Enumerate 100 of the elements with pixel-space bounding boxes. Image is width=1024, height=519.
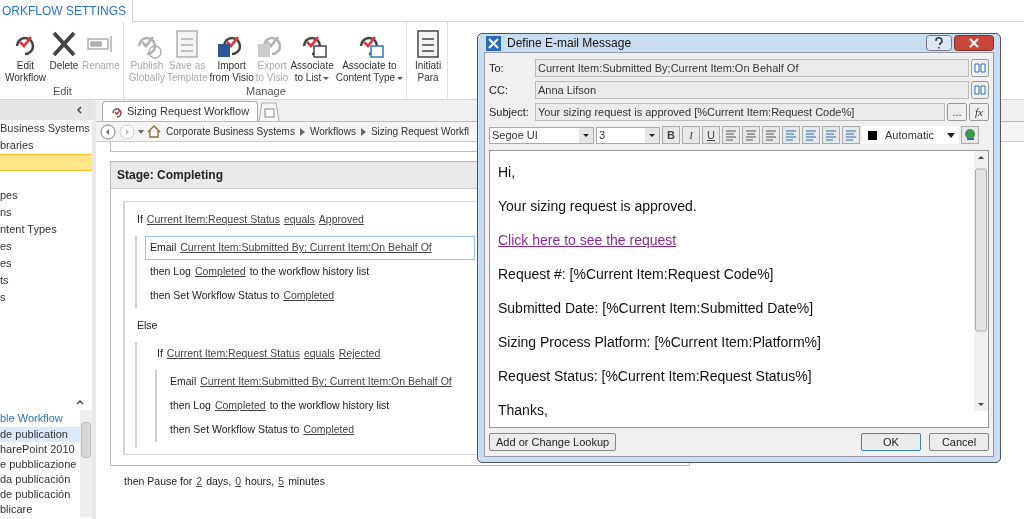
- font-select[interactable]: Segoe UI: [489, 126, 594, 144]
- workflow-link[interactable]: Completed: [214, 398, 266, 414]
- nav-item[interactable]: Business Systems: [0, 120, 92, 137]
- field-label: Subject:: [489, 104, 530, 120]
- nav-item[interactable]: harePoint 2010: [0, 442, 80, 457]
- workflow-text: then Log: [150, 264, 191, 280]
- document-tab[interactable]: Sizing Request Workflow: [102, 101, 259, 121]
- workflow-action[interactable]: then Log Completed to the workflow history list: [145, 260, 475, 284]
- ribbon-button[interactable]: Associate to List: [289, 28, 335, 84]
- request-link[interactable]: Click here to see the request: [498, 229, 677, 251]
- workflow-link[interactable]: 2: [196, 474, 203, 490]
- nav-item[interactable]: e pubblicazione: [0, 457, 80, 472]
- format-button[interactable]: U: [702, 126, 720, 144]
- nav-item[interactable]: pes: [0, 187, 92, 204]
- workflow-link[interactable]: Completed: [303, 422, 355, 438]
- field-label: CC:: [489, 82, 509, 98]
- format-button[interactable]: B: [662, 126, 680, 144]
- dropdown-caret-icon[interactable]: [138, 129, 144, 134]
- nav-group-header: ble Workflow: [0, 411, 64, 427]
- workflow-link[interactable]: 0: [235, 474, 242, 490]
- align-right-icon[interactable]: [762, 126, 780, 144]
- workflow-link[interactable]: Current Item:Request Status: [166, 346, 300, 362]
- back-icon[interactable]: [100, 123, 116, 140]
- workflow-link[interactable]: equals: [283, 212, 315, 228]
- workflow-text: Else: [137, 318, 158, 334]
- text-field[interactable]: Your sizing request is approved [%Current Item:Request Code%]: [535, 103, 945, 121]
- breadcrumb-link[interactable]: Sizing Request Workfl: [368, 124, 472, 139]
- dialog-button[interactable]: Cancel: [929, 433, 989, 451]
- browse-button[interactable]: ...: [947, 103, 967, 121]
- workflow-text: Email: [150, 240, 177, 256]
- workflow-link[interactable]: 5: [278, 474, 285, 490]
- ribbon-group-label: Edit: [51, 84, 73, 99]
- body-text: Sizing Process Platform: [%Current Item:Platform%]: [498, 332, 821, 352]
- nav-item[interactable]: s: [0, 289, 92, 306]
- nav-item[interactable]: ts: [0, 272, 92, 289]
- ribbon-button[interactable]: Associate to Content Type: [334, 28, 405, 84]
- body-text: Request Status: [%Current Item:Request Status%]: [498, 366, 812, 386]
- chevron-right-icon: [360, 127, 366, 136]
- workflow-link[interactable]: Current Item:Request Status: [146, 212, 280, 228]
- workflow-link[interactable]: Current Item:Submitted By; Current Item:On Behalf Of: [200, 374, 452, 390]
- size-select[interactable]: 3: [596, 126, 660, 144]
- nav-item[interactable]: ns: [0, 204, 92, 221]
- body-text: Thanks,: [498, 400, 548, 420]
- ribbon-button[interactable]: Delete: [46, 28, 81, 84]
- align-left-icon[interactable]: [722, 126, 740, 144]
- text-field[interactable]: Anna Lifson: [535, 81, 969, 99]
- nav-item[interactable]: es: [0, 238, 92, 255]
- breadcrumb-link[interactable]: Corporate Business Systems: [164, 124, 297, 139]
- breadcrumb-link[interactable]: Workflows: [307, 124, 358, 139]
- workflow-link[interactable]: Approved: [318, 212, 364, 228]
- workflow-text: to the workflow history list: [249, 264, 370, 280]
- indent-icon[interactable]: [842, 126, 860, 144]
- workflow-icon: [111, 105, 123, 118]
- workflow-text: minutes: [288, 474, 325, 490]
- nav-item[interactable]: es: [0, 255, 92, 272]
- workflow-link[interactable]: equals: [303, 346, 335, 362]
- workflow-text: days,: [206, 474, 232, 490]
- workflow-action[interactable]: Email Current Item:Submitted By; Current Item:On Behalf Of: [145, 236, 475, 260]
- collapse-left-icon[interactable]: [76, 106, 84, 114]
- format-button[interactable]: I: [682, 126, 700, 144]
- numbered-list-icon[interactable]: [782, 126, 800, 144]
- workflow-link[interactable]: Current Item:Submitted By; Current Item:On Behalf Of: [180, 240, 432, 256]
- nav-item[interactable]: blicare: [0, 502, 80, 517]
- nav-item[interactable]: ntent Types: [0, 221, 92, 238]
- body-text: Hi,: [498, 162, 516, 182]
- home-icon[interactable]: [147, 125, 161, 138]
- workflow-action[interactable]: then Set Workflow Status to Completed: [145, 284, 475, 308]
- workflow-text: If: [137, 212, 143, 228]
- outdent-icon[interactable]: [822, 126, 840, 144]
- nav-item[interactable]: [0, 154, 92, 171]
- ribbon-button[interactable]: Edit Workflow: [4, 28, 47, 84]
- scrollbar[interactable]: [974, 151, 988, 411]
- color-select[interactable]: Automatic: [862, 126, 959, 144]
- nav-item[interactable]: de publicación: [0, 487, 80, 502]
- workflow-text: then Set Workflow Status to: [150, 288, 280, 304]
- lookup-button[interactable]: Add or Change Lookup: [489, 433, 617, 451]
- workflow-link[interactable]: Completed: [283, 288, 335, 304]
- ribbon-tab[interactable]: ORKFLOW SETTINGS: [0, 0, 133, 22]
- workflow-text: then Set Workflow Status to: [170, 422, 300, 438]
- new-tab-icon[interactable]: [258, 101, 281, 121]
- workflow-text: then Pause for: [124, 474, 193, 490]
- collapse-up-icon[interactable]: [76, 398, 84, 406]
- bulleted-list-icon[interactable]: [802, 126, 820, 144]
- close-icon[interactable]: [954, 35, 994, 51]
- scrollbar[interactable]: [80, 410, 92, 517]
- body-text: Request #: [%Current Item:Request Code%]: [498, 264, 774, 284]
- help-icon[interactable]: [926, 35, 952, 51]
- workflow-link[interactable]: Completed: [194, 264, 246, 280]
- formula-button[interactable]: fx: [969, 103, 989, 121]
- dialog-button[interactable]: OK: [861, 433, 921, 451]
- ribbon-button[interactable]: Import from Visio: [208, 28, 255, 84]
- nav-item[interactable]: braries: [0, 137, 92, 154]
- workflow-text: hours,: [245, 474, 275, 490]
- ribbon-button[interactable]: Initiati Para: [411, 28, 446, 99]
- body-text: Submitted Date: [%Current Item:Submitted Date%]: [498, 298, 814, 318]
- align-center-icon[interactable]: [742, 126, 760, 144]
- nav-item[interactable]: da publicación: [0, 472, 80, 487]
- nav-item[interactable]: de publication: [0, 427, 80, 442]
- text-field[interactable]: Current Item:Submitted By;Current Item:On Behalf Of: [535, 59, 969, 77]
- workflow-link[interactable]: Rejected: [338, 346, 381, 362]
